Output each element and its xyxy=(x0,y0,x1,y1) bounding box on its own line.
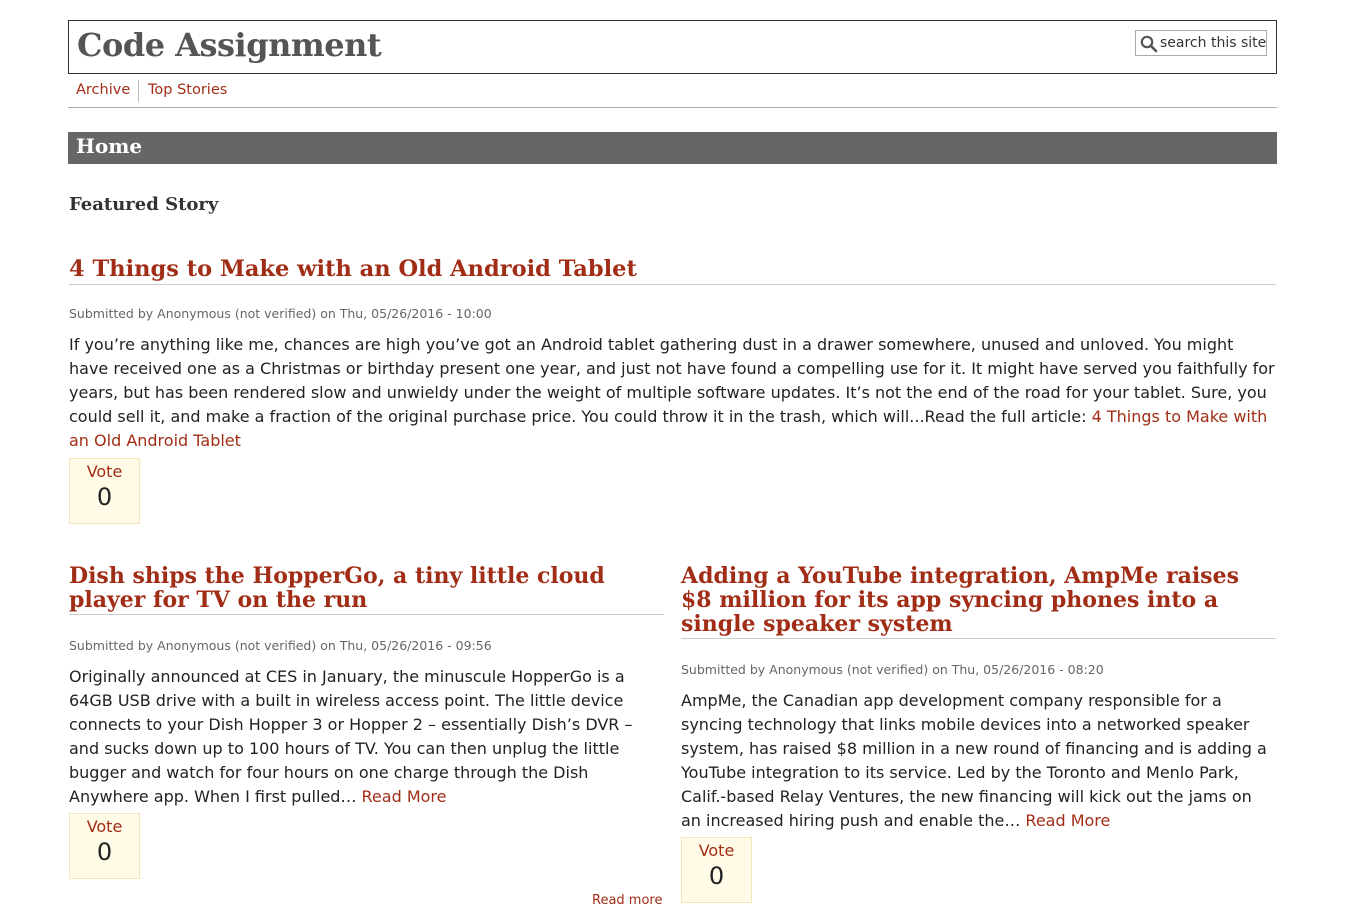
story-text: Originally announced at CES in January, … xyxy=(69,667,633,806)
story-text: AmpMe, the Canadian app development comp… xyxy=(681,691,1267,830)
nav-link-archive[interactable]: Archive xyxy=(76,82,130,98)
page: Code Assignment Archive Top Stories Home… xyxy=(0,0,1350,920)
search-box[interactable] xyxy=(1135,30,1267,56)
featured-article-body: If you’re anything like me, chances are … xyxy=(69,333,1276,453)
main-nav: Archive Top Stories xyxy=(68,80,1277,108)
vote-count: 0 xyxy=(96,483,113,511)
story-vote-widget: Vote 0 xyxy=(69,813,140,879)
featured-article-meta: Submitted by Anonymous (not verified) on… xyxy=(69,306,492,321)
story-body: AmpMe, the Canadian app development comp… xyxy=(681,689,1276,833)
vote-button[interactable]: Vote xyxy=(682,841,751,860)
story-title[interactable]: Adding a YouTube integration, AmpMe rais… xyxy=(681,564,1276,639)
page-title-bar: Home xyxy=(68,132,1277,164)
story-title[interactable]: Dish ships the HopperGo, a tiny little c… xyxy=(69,564,664,615)
story-body: Originally announced at CES in January, … xyxy=(69,665,649,809)
read-more-link[interactable]: Read More xyxy=(1025,811,1110,830)
story-meta: Submitted by Anonymous (not verified) on… xyxy=(681,662,1104,677)
story-meta: Submitted by Anonymous (not verified) on… xyxy=(69,638,492,653)
featured-article: 4 Things to Make with an Old Android Tab… xyxy=(69,256,1276,453)
vote-count: 0 xyxy=(96,838,113,866)
story-article: Dish ships the HopperGo, a tiny little c… xyxy=(69,564,664,809)
search-input[interactable] xyxy=(1160,31,1266,55)
search-icon[interactable] xyxy=(1140,35,1158,53)
vote-button[interactable]: Vote xyxy=(70,462,139,481)
read-more-pager-link[interactable]: Read more xyxy=(592,893,662,908)
section-heading: Featured Story xyxy=(69,194,219,215)
nav-divider xyxy=(138,80,139,102)
vote-count: 0 xyxy=(708,862,725,890)
nav-link-top-stories[interactable]: Top Stories xyxy=(148,82,227,98)
story-vote-widget: Vote 0 xyxy=(681,837,752,903)
featured-vote-widget: Vote 0 xyxy=(69,458,140,524)
site-title[interactable]: Code Assignment xyxy=(77,26,382,64)
page-title: Home xyxy=(76,134,143,158)
featured-article-title[interactable]: 4 Things to Make with an Old Android Tab… xyxy=(69,256,1276,285)
vote-button[interactable]: Vote xyxy=(70,817,139,836)
site-header: Code Assignment xyxy=(68,20,1277,74)
read-more-link[interactable]: Read More xyxy=(362,787,447,806)
story-article: Adding a YouTube integration, AmpMe rais… xyxy=(681,564,1276,833)
